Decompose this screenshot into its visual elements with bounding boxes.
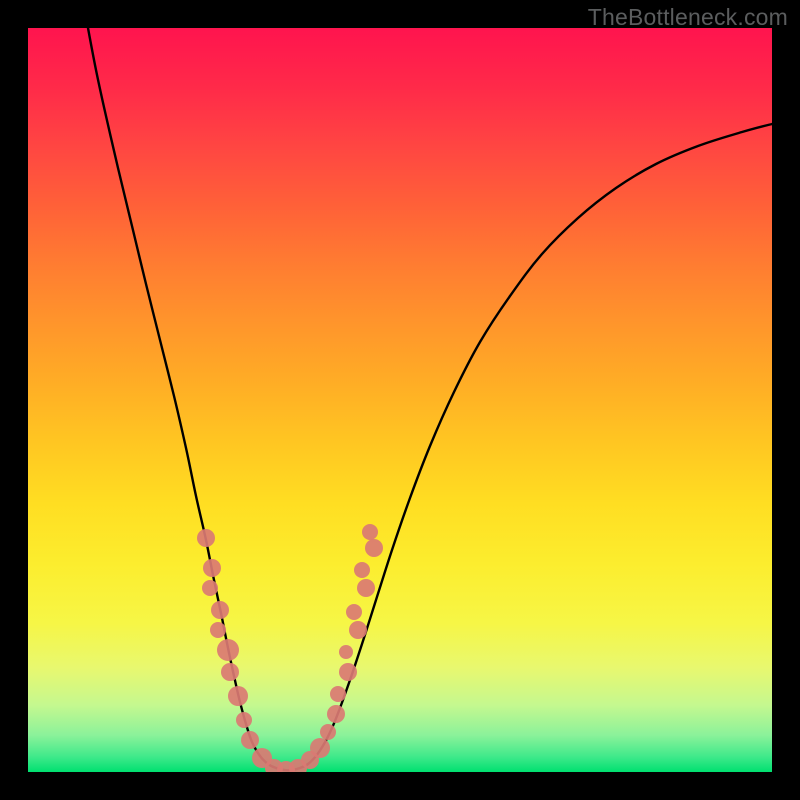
- data-point: [357, 579, 375, 597]
- bottleneck-curve: [88, 28, 772, 770]
- data-point: [327, 705, 345, 723]
- data-point: [236, 712, 252, 728]
- data-point: [241, 731, 259, 749]
- data-point: [210, 622, 226, 638]
- data-point: [339, 645, 353, 659]
- data-point: [228, 686, 248, 706]
- data-point: [217, 639, 239, 661]
- data-point: [365, 539, 383, 557]
- data-point: [203, 559, 221, 577]
- data-point: [221, 663, 239, 681]
- data-point: [211, 601, 229, 619]
- data-point: [197, 529, 215, 547]
- data-point: [346, 604, 362, 620]
- data-dots: [197, 524, 383, 772]
- data-point: [330, 686, 346, 702]
- data-point: [202, 580, 218, 596]
- data-point: [354, 562, 370, 578]
- data-point: [349, 621, 367, 639]
- data-point: [362, 524, 378, 540]
- data-point: [320, 724, 336, 740]
- data-point: [339, 663, 357, 681]
- watermark-text: TheBottleneck.com: [588, 4, 788, 31]
- chart-svg: [28, 28, 772, 772]
- chart-area: [28, 28, 772, 772]
- data-point: [310, 738, 330, 758]
